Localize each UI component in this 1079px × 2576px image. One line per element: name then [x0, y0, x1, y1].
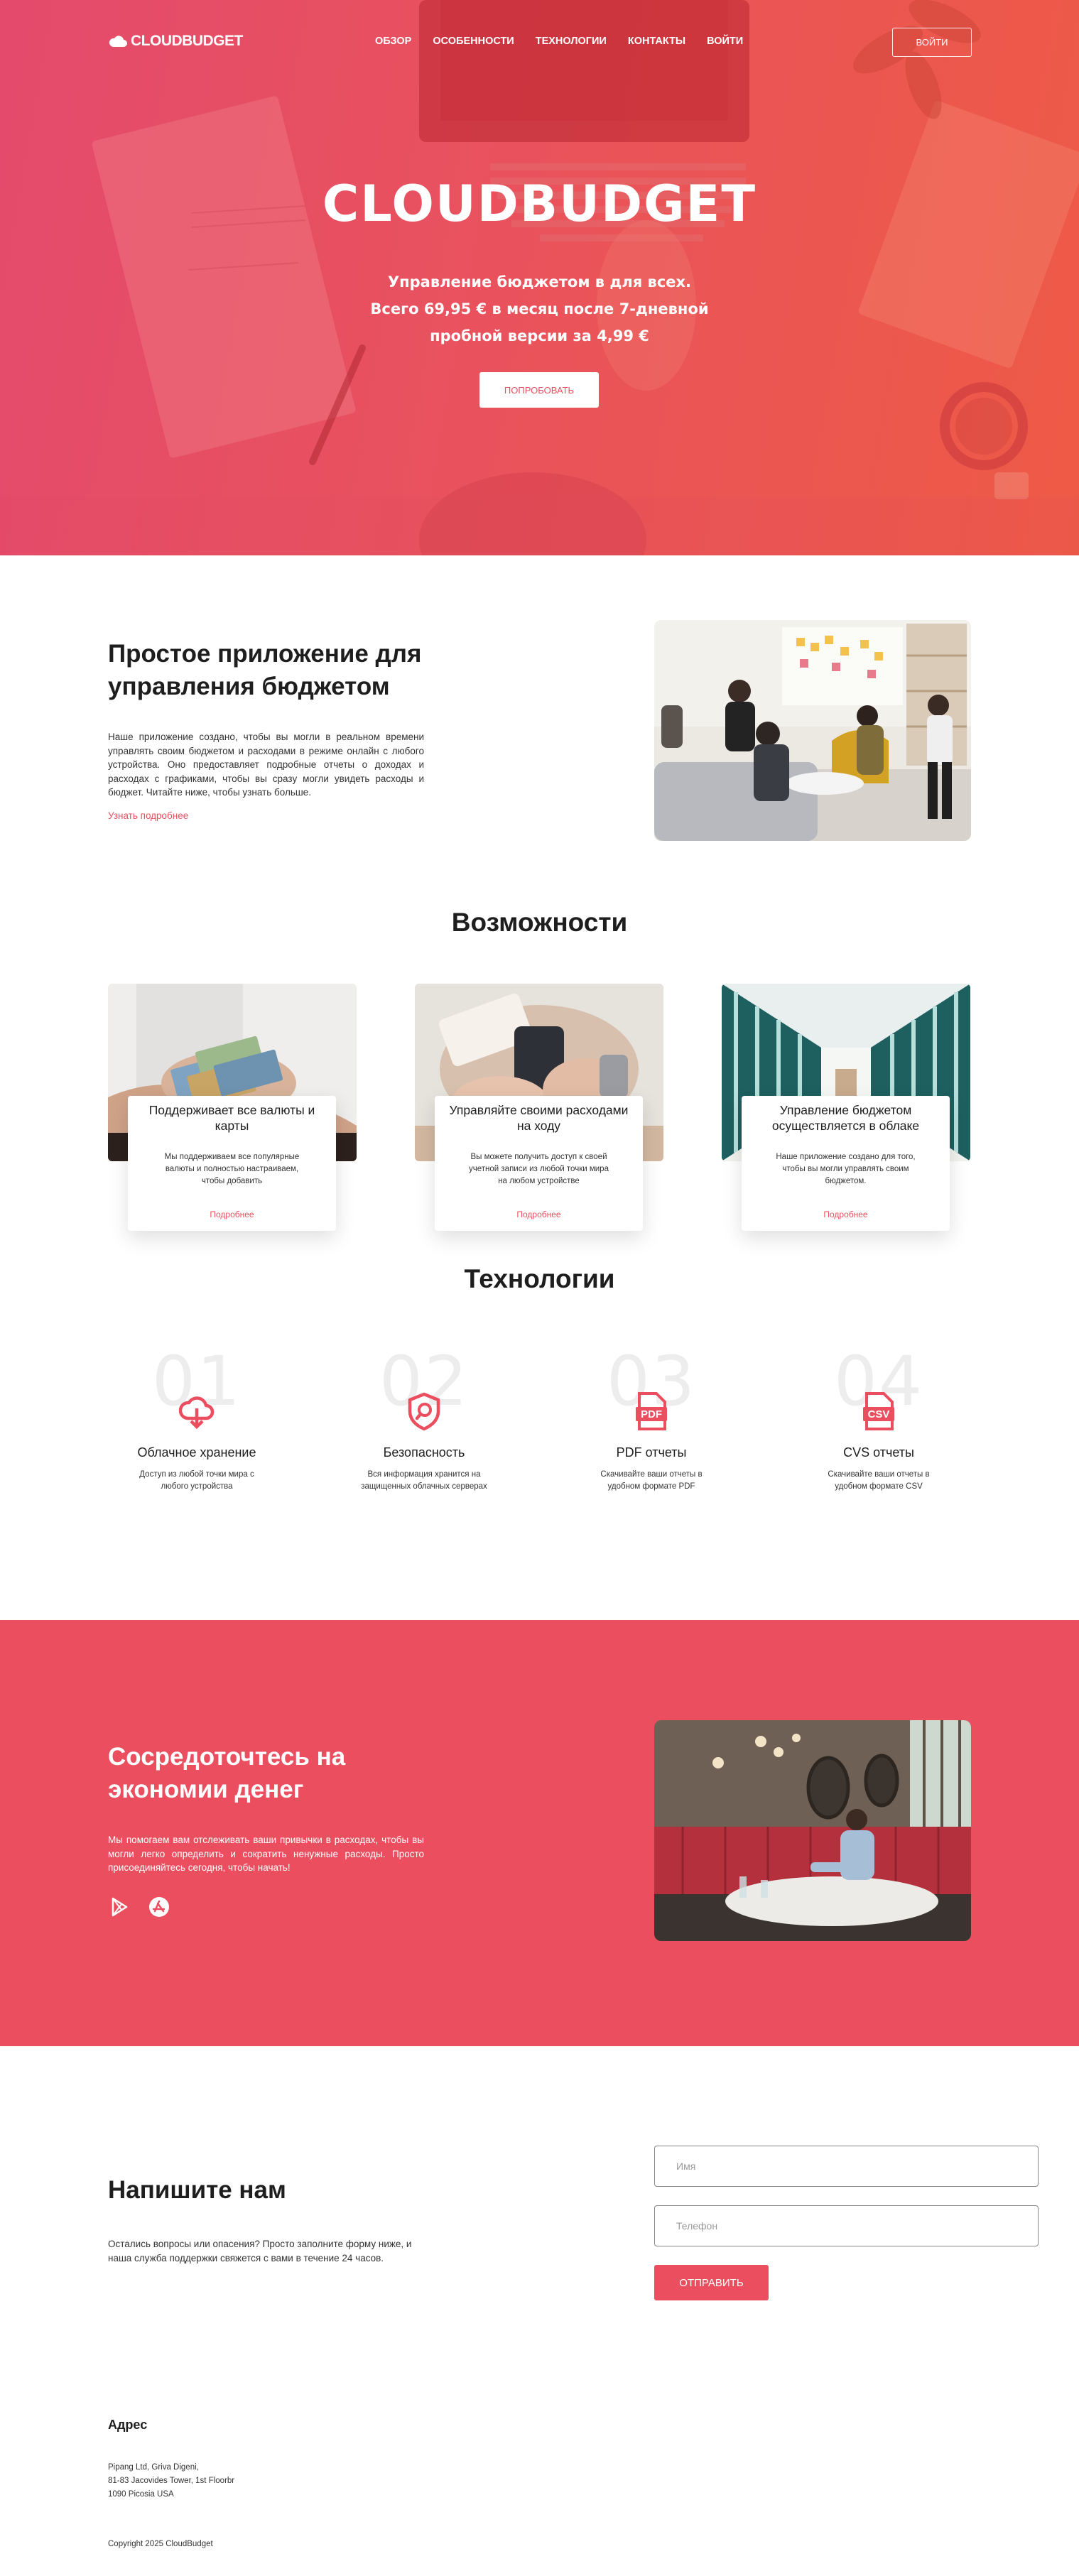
- google-play-icon[interactable]: [108, 1896, 131, 1918]
- address-line: Pipang Ltd, Griva Digeni,: [108, 2463, 199, 2472]
- feature-card-text: Наше приложение создано для того, чтобы …: [776, 1153, 916, 1185]
- hero-subtitle: Управление бюджетом в для всех. Всего 69…: [0, 268, 1079, 349]
- features-title: Возможности: [451, 908, 628, 937]
- address-title: Адрес: [108, 2418, 148, 2432]
- contact-text: Остались вопросы или опасения? Просто за…: [108, 2239, 412, 2263]
- feature-card-more-link[interactable]: Подробнее: [742, 1210, 950, 1219]
- feature-card-text: Вы можете получить доступ к своей учетно…: [469, 1153, 609, 1185]
- feature-card-currencies: Поддерживает все валюты и карты Мы подде…: [128, 1096, 336, 1231]
- feature-card-more-link[interactable]: Подробнее: [435, 1210, 643, 1219]
- address-line: 81-83 Jacovides Tower, 1st Floorbr: [108, 2477, 235, 2485]
- nav-link-signin[interactable]: ВОЙТИ: [707, 36, 743, 47]
- tech-title: CVS отчеты: [843, 1445, 914, 1460]
- save-text: Мы помогаем вам отслеживать ваши привычк…: [108, 1835, 424, 1873]
- about-text: Наше приложение создано, чтобы вы могли …: [108, 732, 424, 798]
- address-line: 1090 Picosia USA: [108, 2490, 174, 2499]
- hero-title: CLOUDBUDGET: [322, 175, 757, 233]
- try-button[interactable]: ПОПРОБОВАТЬ: [479, 372, 599, 408]
- save-title: Сосредоточтесь на экономии денег: [108, 1743, 346, 1803]
- pdf-file-icon: PDF: [636, 1392, 667, 1430]
- csv-icon-label: CSV: [868, 1408, 890, 1420]
- cloud-download-icon: [179, 1396, 215, 1430]
- hero-section: CLOUDBUDGET ОБЗОР ОСОБЕННОСТИ ТЕХНОЛОГИИ…: [0, 0, 1079, 555]
- hero-subtitle-line: пробной версии за 4,99 €: [430, 327, 649, 344]
- restaurant-man-photo: [654, 1720, 971, 1941]
- about-title: Простое приложение для управления бюджет…: [108, 640, 422, 700]
- hero-subtitle-line: Управление бюджетом в для всех.: [387, 273, 692, 290]
- nav-links: ОБЗОР ОСОБЕННОСТИ ТЕХНОЛОГИИ КОНТАКТЫ ВО…: [375, 36, 743, 47]
- logo[interactable]: CLOUDBUDGET: [108, 33, 243, 50]
- top-navbar: CLOUDBUDGET ОБЗОР ОСОБЕННОСТИ ТЕХНОЛОГИИ…: [0, 0, 1079, 84]
- feature-card-cloud: Управление бюджетом осуществляется в обл…: [742, 1096, 950, 1231]
- logo-text: CLOUDBUDGET: [131, 33, 243, 49]
- feature-card-title: Управляйте своими расходами на ходу: [449, 1103, 629, 1133]
- login-button[interactable]: ВОЙТИ: [892, 28, 972, 57]
- feature-card-title: Поддерживает все валюты и карты: [148, 1103, 315, 1133]
- feature-card-text: Мы поддерживаем все популярные валюты и …: [164, 1153, 300, 1185]
- tech-text: Скачивайте ваши отчеты в удобном формате…: [828, 1470, 930, 1491]
- phone-field[interactable]: [654, 2205, 1039, 2246]
- tech-text: Доступ из любой точки мира с любого устр…: [139, 1470, 254, 1491]
- landing-page: CLOUDBUDGET ОБЗОР ОСОБЕННОСТИ ТЕХНОЛОГИИ…: [0, 0, 1079, 2576]
- tech-text: Вся информация хранится на защищенных об…: [361, 1470, 487, 1491]
- copyright: Copyright 2025 CloudBudget: [108, 2540, 213, 2548]
- save-money-section: Сосредоточтесь на экономии денег Мы помо…: [0, 1620, 1079, 2046]
- office-meeting-photo: [654, 620, 971, 841]
- submit-button[interactable]: ОТПРАВИТЬ: [654, 2265, 769, 2300]
- tech-title: Безопасность: [383, 1445, 465, 1460]
- nav-link-features[interactable]: ОСОБЕННОСТИ: [433, 36, 514, 47]
- nav-link-technologies[interactable]: ТЕХНОЛОГИИ: [536, 36, 607, 47]
- app-store-icon[interactable]: [148, 1896, 170, 1918]
- feature-card-title: Управление бюджетом осуществляется в обл…: [771, 1103, 920, 1133]
- tech-text: Скачивайте ваши отчеты в удобном формате…: [600, 1470, 703, 1491]
- contact-title: Напишите нам: [108, 2176, 286, 2204]
- tech-title: PDF отчеты: [616, 1445, 687, 1460]
- shield-search-icon: [408, 1392, 440, 1431]
- pdf-icon-label: PDF: [641, 1408, 662, 1420]
- name-field[interactable]: [654, 2146, 1039, 2187]
- hero-subtitle-line: Всего 69,95 € в месяц после 7-дневной: [370, 300, 709, 317]
- tech-title: Облачное хранение: [137, 1445, 256, 1460]
- cloud-logo-icon: [109, 36, 127, 47]
- csv-file-icon: CSV: [863, 1392, 894, 1430]
- nav-link-overview[interactable]: ОБЗОР: [375, 36, 411, 47]
- feature-card-more-link[interactable]: Подробнее: [128, 1210, 336, 1219]
- learn-more-link[interactable]: Узнать подробнее: [108, 810, 188, 821]
- technologies-title: Технологии: [464, 1264, 615, 1293]
- feature-card-on-the-go: Управляйте своими расходами на ходу Вы м…: [435, 1096, 643, 1231]
- nav-link-contacts[interactable]: КОНТАКТЫ: [628, 36, 685, 47]
